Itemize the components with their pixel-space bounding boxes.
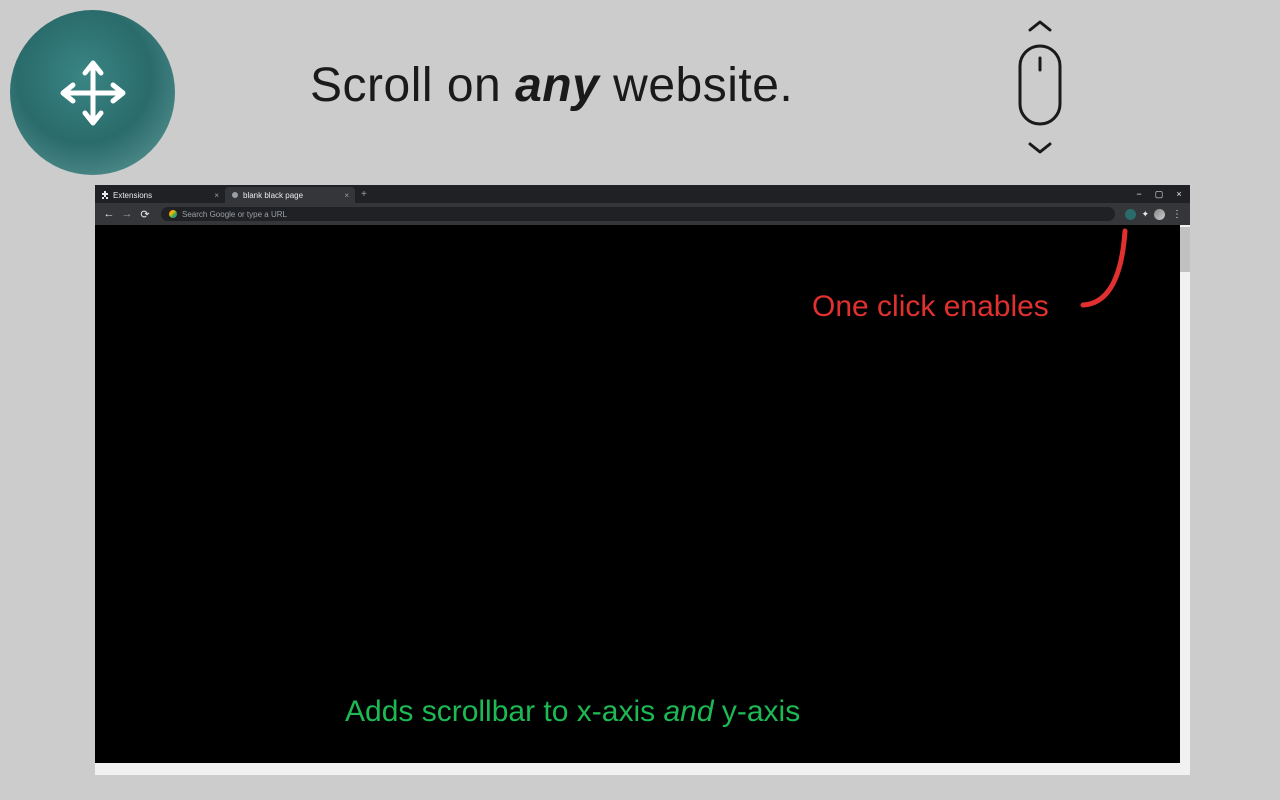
extension-icons: ✦ ⋮ bbox=[1125, 209, 1182, 220]
annotation-green-part1: Adds scrollbar to x-axis bbox=[345, 695, 663, 728]
headline-emphasis: any bbox=[515, 59, 599, 112]
horizontal-scrollbar[interactable] bbox=[95, 763, 1190, 775]
headline: Scroll on any website. bbox=[310, 58, 793, 113]
scroll-extension-icon[interactable] bbox=[1125, 209, 1136, 220]
window-controls: − ▢ × bbox=[1134, 189, 1184, 200]
headline-part2: website. bbox=[599, 59, 793, 112]
mouse-scroll-icon bbox=[1010, 18, 1070, 158]
annotation-scrollbar: Adds scrollbar to x-axis and y-axis bbox=[345, 695, 800, 729]
close-window-button[interactable]: × bbox=[1174, 189, 1184, 199]
extension-logo bbox=[10, 10, 175, 175]
address-bar[interactable]: Search Google or type a URL bbox=[161, 207, 1115, 221]
tab-label: Extensions bbox=[113, 191, 152, 200]
annotation-green-part2: y-axis bbox=[714, 695, 801, 728]
close-icon[interactable]: × bbox=[214, 191, 219, 200]
forward-button[interactable]: → bbox=[121, 208, 133, 220]
menu-button[interactable]: ⋮ bbox=[1172, 209, 1182, 220]
tab-blank-page[interactable]: blank black page × bbox=[225, 187, 355, 203]
profile-avatar[interactable] bbox=[1154, 209, 1165, 220]
annotation-arrow-icon bbox=[1075, 223, 1145, 313]
page-icon bbox=[231, 191, 239, 199]
scrollbar-thumb[interactable] bbox=[1180, 227, 1190, 272]
headline-part1: Scroll on bbox=[310, 59, 515, 112]
address-placeholder: Search Google or type a URL bbox=[182, 210, 287, 219]
extensions-puzzle-icon[interactable]: ✦ bbox=[1141, 209, 1149, 220]
browser-toolbar: ← → ⟳ Search Google or type a URL ✦ ⋮ bbox=[95, 203, 1190, 225]
close-icon[interactable]: × bbox=[344, 191, 349, 200]
arrows-icon bbox=[43, 43, 143, 143]
vertical-scrollbar[interactable] bbox=[1180, 225, 1190, 763]
tab-label: blank black page bbox=[243, 191, 303, 200]
annotation-green-emphasis: and bbox=[663, 695, 713, 728]
maximize-button[interactable]: ▢ bbox=[1154, 189, 1164, 200]
tab-strip: Extensions × blank black page × + − ▢ × bbox=[95, 185, 1190, 203]
tab-extensions[interactable]: Extensions × bbox=[95, 187, 225, 203]
new-tab-button[interactable]: + bbox=[361, 189, 367, 200]
back-button[interactable]: ← bbox=[103, 208, 115, 220]
minimize-button[interactable]: − bbox=[1134, 189, 1144, 199]
annotation-one-click: One click enables bbox=[812, 290, 1049, 324]
site-info-icon[interactable] bbox=[169, 210, 177, 218]
reload-button[interactable]: ⟳ bbox=[139, 208, 151, 221]
browser-window: Extensions × blank black page × + − ▢ × … bbox=[95, 185, 1190, 763]
puzzle-icon bbox=[101, 191, 109, 199]
